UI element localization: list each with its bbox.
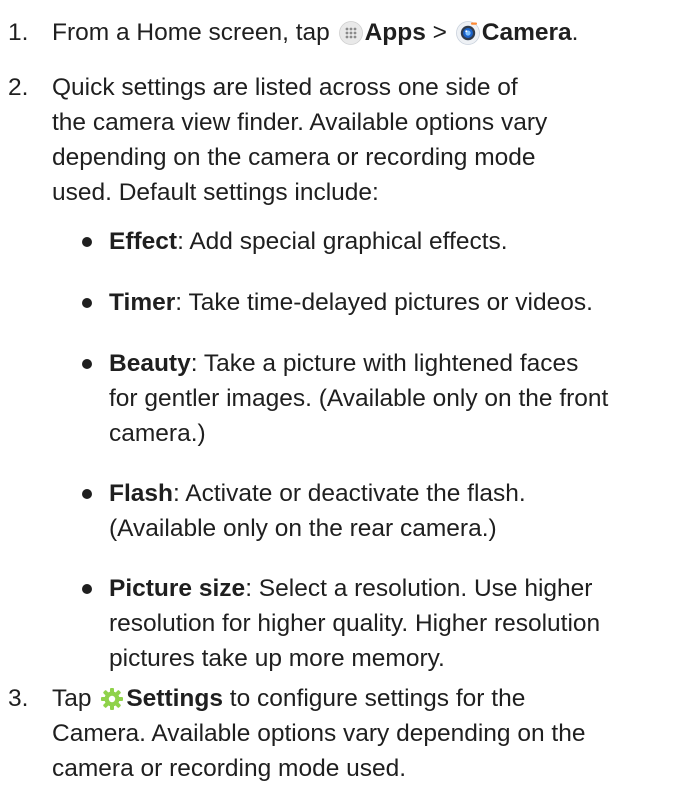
bullet-desc: resolution for higher quality. Higher re… xyxy=(109,610,601,637)
step-text-part: From a Home screen, tap xyxy=(52,19,330,46)
camera-label: Camera xyxy=(481,19,572,46)
bullet-text: Flash: Activate or deactivate the flash.… xyxy=(109,476,677,546)
step-number: 3. xyxy=(8,685,29,712)
bullet-term: Flash xyxy=(109,480,173,507)
bullet-desc: camera.) xyxy=(109,420,206,447)
apps-grid-icon xyxy=(338,20,363,45)
apps-label: Apps xyxy=(364,19,426,46)
step-text: Quick settings are listed across one sid… xyxy=(52,70,672,210)
text-line: used. Default settings include: xyxy=(52,179,379,206)
bullet-dot xyxy=(82,584,92,594)
step-number: 1. xyxy=(8,19,29,46)
bullet-desc: : Select a resolution. Use higher xyxy=(245,575,593,602)
text-line: Quick settings are listed across one sid… xyxy=(52,74,518,101)
bullet-dot xyxy=(82,489,92,499)
step-text-part: to configure settings for the xyxy=(222,685,526,712)
step-text: From a Home screen, tap Apps > Camera. xyxy=(52,15,672,50)
bullet-desc: pictures take up more memory. xyxy=(109,645,445,672)
separator: > xyxy=(432,19,447,46)
settings-label: Settings xyxy=(126,685,223,712)
bullet-dot xyxy=(82,359,92,369)
text-line: the camera view finder. Available option… xyxy=(52,109,548,136)
step-number: 2. xyxy=(8,74,29,101)
bullet-dot xyxy=(82,237,92,247)
bullet-text: Picture size: Select a resolution. Use h… xyxy=(109,571,677,676)
bullet-desc: : Take time-delayed pictures or videos. xyxy=(175,289,593,316)
bullet-desc: : Take a picture with lightened faces xyxy=(190,350,579,377)
camera-app-icon xyxy=(455,20,480,45)
bullet-desc: for gentler images. (Available only on t… xyxy=(109,385,609,412)
bullet-text: Timer: Take time-delayed pictures or vid… xyxy=(109,285,677,320)
gear-icon xyxy=(100,686,124,710)
bullet-desc: (Available only on the rear camera.) xyxy=(109,515,497,542)
text-line: depending on the camera or recording mod… xyxy=(52,144,536,171)
step-text: Tap Settings to configure settings for t… xyxy=(52,681,672,786)
instructions-page: 1. From a Home screen, tap Apps > Camera… xyxy=(0,0,679,782)
bullet-term: Picture size xyxy=(109,575,246,602)
bullet-desc: : Activate or deactivate the flash. xyxy=(173,480,526,507)
bullet-desc: : Add special graphical effects. xyxy=(177,228,508,255)
step-text-part: . xyxy=(571,19,579,46)
bullet-dot xyxy=(82,298,92,308)
bullet-term: Timer xyxy=(109,289,176,316)
bullet-text: Beauty: Take a picture with lightened fa… xyxy=(109,346,677,451)
text-line: Camera. Available options vary depending… xyxy=(52,720,586,747)
bullet-term: Effect xyxy=(109,228,178,255)
bullet-text: Effect: Add special graphical effects. xyxy=(109,224,677,259)
bullet-term: Beauty xyxy=(109,350,191,377)
step-text-part: Tap xyxy=(52,685,92,712)
